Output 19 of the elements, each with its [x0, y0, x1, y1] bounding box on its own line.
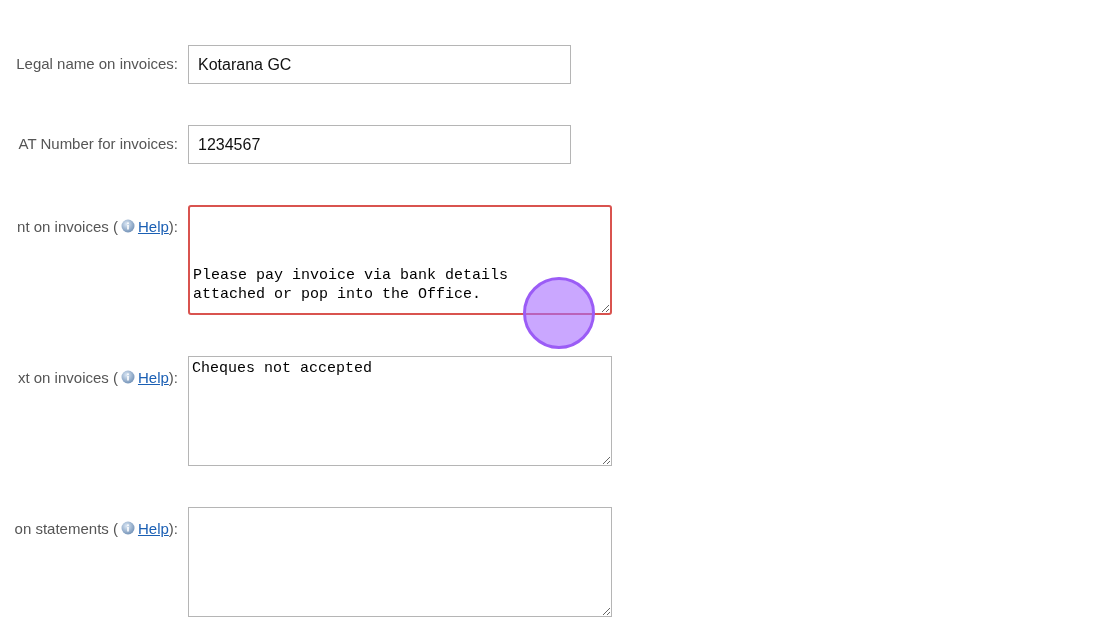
help-link[interactable]: Help — [137, 369, 169, 386]
info-icon — [120, 370, 135, 384]
field-label: xt on invoices ( — [17, 369, 118, 386]
text-area[interactable]: Cheques not accepted — [188, 356, 612, 466]
info-icon — [120, 521, 135, 535]
text-area[interactable] — [188, 507, 612, 617]
label-punctuation: ): — [168, 218, 178, 235]
field-label: Legal name on invoices: — [16, 55, 178, 72]
text-area[interactable]: Please pay invoice via bank details attached or pop into the Office. — [188, 205, 612, 315]
info-icon — [120, 219, 135, 233]
field-label: on statements ( — [14, 520, 118, 537]
field-label: nt on invoices ( — [17, 218, 118, 235]
text-field[interactable]: 1234567 — [188, 125, 571, 164]
text-field[interactable]: Kotarana GC — [188, 45, 571, 84]
field-label: AT Number for invoices: — [18, 135, 178, 152]
label-punctuation: ): — [168, 520, 178, 537]
help-link[interactable]: Help — [137, 218, 169, 235]
label-punctuation: ): — [168, 369, 178, 386]
help-link[interactable]: Help — [137, 520, 169, 537]
